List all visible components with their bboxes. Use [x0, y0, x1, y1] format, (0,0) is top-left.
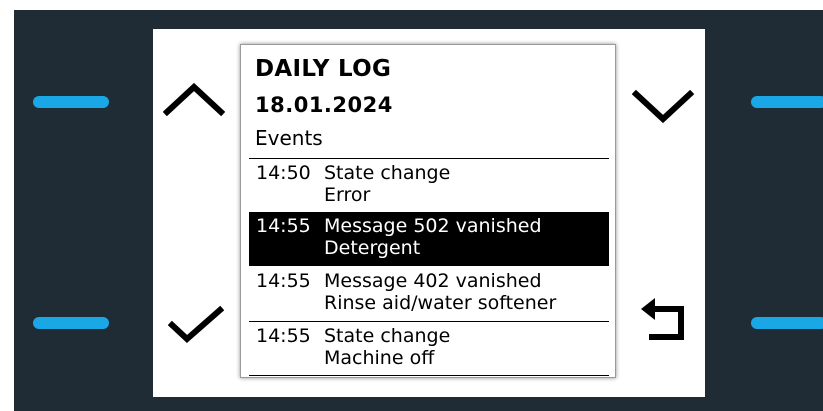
hardware-key-bottom-right[interactable] — [751, 317, 823, 329]
event-detail: Machine off — [324, 347, 435, 369]
hardware-key-top-left[interactable] — [33, 96, 109, 108]
event-detail: Error — [324, 184, 371, 206]
event-time: 14:55 — [256, 325, 311, 347]
event-title: Message 402 vanished — [324, 270, 542, 292]
event-row[interactable]: 14:50 State change Error — [249, 159, 609, 213]
event-row-selected[interactable]: 14:55 Message 502 vanished Detergent — [249, 212, 609, 266]
event-title: State change — [324, 162, 451, 184]
event-time: 14:55 — [256, 215, 311, 237]
section-heading: Events — [255, 126, 323, 150]
daily-log-panel: DAILY LOG 18.01.2024 Events 14:50 State … — [240, 44, 616, 378]
hardware-key-top-right[interactable] — [751, 96, 823, 108]
chevron-down-icon[interactable] — [632, 90, 694, 124]
log-date: 18.01.2024 — [255, 93, 393, 117]
chevron-up-icon[interactable] — [163, 82, 225, 116]
hardware-key-bottom-left[interactable] — [33, 317, 109, 329]
event-row[interactable]: 14:55 Message 402 vanished Rinse aid/wat… — [249, 267, 609, 321]
checkmark-icon[interactable] — [168, 305, 224, 345]
event-detail: Detergent — [324, 237, 421, 259]
event-detail: Rinse aid/water softener — [324, 292, 557, 314]
event-title: State change — [324, 325, 451, 347]
return-arrow-icon[interactable] — [641, 296, 687, 342]
page-title: DAILY LOG — [255, 56, 392, 82]
event-time: 14:55 — [256, 270, 311, 292]
event-time: 14:50 — [256, 162, 311, 184]
divider — [249, 375, 609, 376]
event-row[interactable]: 14:55 State change Machine off — [249, 322, 609, 376]
event-title: Message 502 vanished — [324, 215, 542, 237]
